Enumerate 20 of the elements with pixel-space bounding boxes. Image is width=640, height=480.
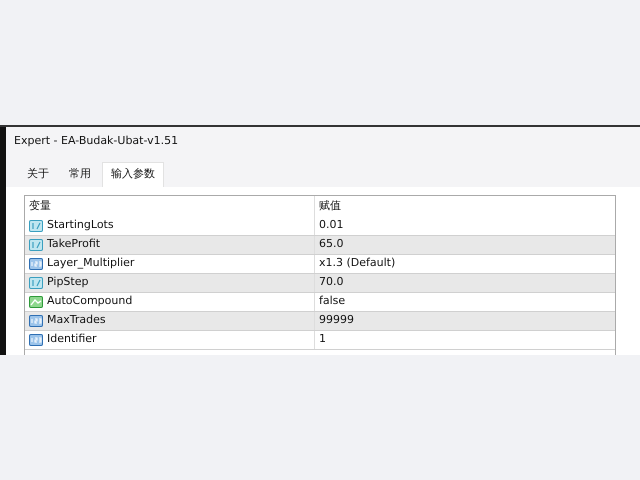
parameter-value: 1: [319, 332, 326, 346]
parameter-value: 65.0: [319, 237, 344, 250]
tab[interactable]: 常用: [60, 162, 100, 186]
parameter-value: 70.0: [319, 275, 344, 288]
parameter-name: AutoCompound: [47, 293, 132, 310]
parameter-value: 99999: [319, 313, 354, 326]
parameter-name: PipStep: [47, 274, 88, 290]
parameter-name: StartingLots: [47, 217, 114, 234]
column-header: 赋值: [319, 198, 341, 212]
column-header: 变量: [29, 198, 51, 214]
parameter-name: MaxTrades: [47, 312, 106, 328]
parameter-name: TakeProfit: [47, 236, 100, 252]
parameter-name: Layer_Multiplier: [47, 255, 134, 272]
parameter-name: Identifier: [47, 331, 97, 348]
window-title: Expert - EA-Budak-Ubat-v1.51: [14, 134, 178, 147]
tab[interactable]: 关于: [18, 162, 58, 186]
parameter-value: 0.01: [319, 218, 344, 232]
parameter-value: x1.3 (Default): [319, 256, 396, 270]
tab[interactable]: 输入参数: [102, 162, 164, 186]
parameter-value: false: [319, 294, 346, 308]
